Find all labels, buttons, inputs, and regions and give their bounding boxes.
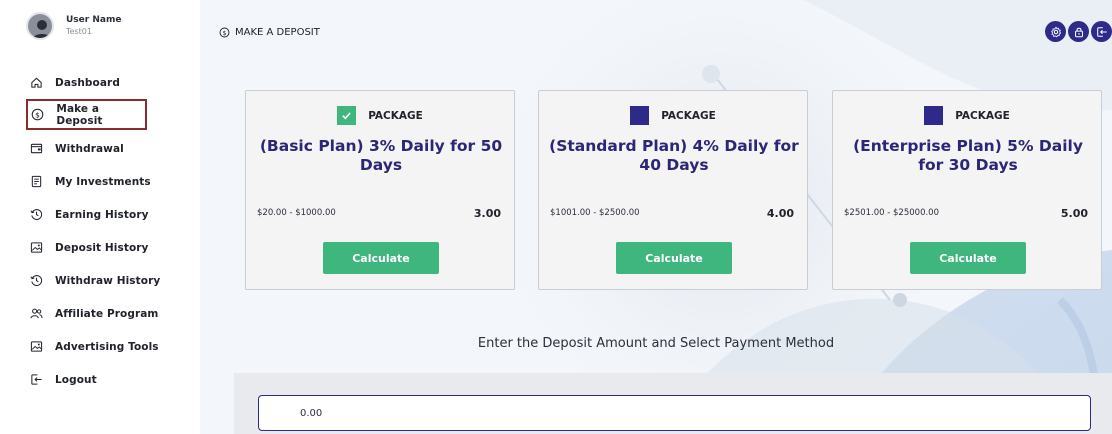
package-list: PACKAGE (Basic Plan) 3% Daily for 50 Day… bbox=[245, 90, 1107, 290]
logout-button[interactable] bbox=[1091, 21, 1112, 42]
deposit-form bbox=[234, 373, 1112, 434]
sidebar-item-label: Deposit History bbox=[55, 241, 149, 254]
user-silhouette-icon bbox=[32, 20, 52, 38]
package-checkbox[interactable] bbox=[924, 106, 944, 125]
dollar-circle-icon: $ bbox=[31, 108, 44, 122]
sidebar-item-affiliate-program[interactable]: Affiliate Program bbox=[26, 297, 200, 330]
plan-range: $1001.00 - $2500.00 bbox=[550, 208, 640, 218]
calculate-button[interactable]: Calculate bbox=[910, 242, 1026, 274]
app-window: User Name Test01 Dashboard $ Make a Depo… bbox=[0, 0, 1112, 434]
calculate-button[interactable]: Calculate bbox=[323, 242, 439, 274]
svg-text:$: $ bbox=[223, 30, 227, 37]
sidebar-item-make-a-deposit[interactable]: $ Make a Deposit bbox=[26, 99, 147, 130]
plan-range: $20.00 - $1000.00 bbox=[257, 208, 336, 218]
sidebar-item-deposit-history[interactable]: Deposit History bbox=[26, 231, 200, 264]
svg-text:$: $ bbox=[35, 110, 40, 119]
sidebar: User Name Test01 Dashboard $ Make a Depo… bbox=[0, 0, 200, 434]
settings-button[interactable] bbox=[1045, 21, 1066, 42]
calculate-button[interactable]: Calculate bbox=[616, 242, 732, 274]
document-icon bbox=[29, 175, 43, 189]
header-actions bbox=[1045, 21, 1112, 42]
package-card-basic[interactable]: PACKAGE (Basic Plan) 3% Daily for 50 Day… bbox=[245, 90, 515, 290]
page-title-text: MAKE A DEPOSIT bbox=[235, 27, 320, 38]
lock-icon bbox=[1074, 27, 1083, 37]
sidebar-item-label: My Investments bbox=[55, 175, 151, 188]
settings-icon bbox=[1050, 26, 1061, 37]
page-title: $ MAKE A DEPOSIT bbox=[219, 27, 320, 38]
sidebar-item-label: Dashboard bbox=[55, 76, 120, 89]
plan-rate: 3.00 bbox=[473, 207, 501, 220]
users-icon bbox=[29, 307, 43, 321]
sidebar-item-label: Logout bbox=[55, 373, 97, 386]
image-icon bbox=[29, 241, 43, 255]
avatar[interactable] bbox=[26, 12, 54, 40]
user-name: User Name bbox=[66, 14, 122, 25]
package-checkbox[interactable] bbox=[630, 106, 650, 125]
plan-title: (Standard Plan) 4% Daily for 40 Days bbox=[549, 137, 799, 175]
user-id: Test01 bbox=[66, 26, 92, 36]
user-profile[interactable]: User Name Test01 bbox=[26, 12, 121, 40]
sidebar-item-earning-history[interactable]: Earning History bbox=[26, 198, 200, 231]
history-icon bbox=[29, 274, 43, 288]
check-icon bbox=[342, 112, 351, 120]
image-icon bbox=[29, 340, 43, 354]
plan-rate: 4.00 bbox=[766, 207, 794, 220]
wallet-icon bbox=[29, 142, 43, 156]
logout-icon bbox=[29, 373, 43, 387]
home-icon bbox=[29, 76, 43, 90]
sidebar-item-label: Make a Deposit bbox=[56, 102, 103, 127]
lock-button[interactable] bbox=[1068, 21, 1089, 42]
dollar-circle-icon: $ bbox=[219, 27, 230, 38]
sidebar-item-label: Affiliate Program bbox=[55, 307, 159, 320]
sidebar-item-logout[interactable]: Logout bbox=[26, 363, 200, 396]
sidebar-item-withdraw-history[interactable]: Withdraw History bbox=[26, 264, 200, 297]
package-label: PACKAGE bbox=[661, 109, 716, 122]
deposit-heading: Enter the Deposit Amount and Select Paym… bbox=[477, 336, 835, 351]
package-checkbox[interactable] bbox=[337, 106, 357, 125]
sidebar-item-advertising-tools[interactable]: Advertising Tools bbox=[26, 330, 200, 363]
history-icon bbox=[29, 208, 43, 222]
sidebar-item-label: Withdrawal bbox=[55, 142, 124, 155]
sidebar-item-label: Advertising Tools bbox=[55, 340, 159, 353]
package-label: PACKAGE bbox=[368, 109, 423, 122]
package-card-standard[interactable]: PACKAGE (Standard Plan) 4% Daily for 40 … bbox=[538, 90, 808, 290]
logout-icon bbox=[1096, 26, 1107, 37]
package-card-enterprise[interactable]: PACKAGE (Enterprise Plan) 5% Daily for 3… bbox=[832, 90, 1102, 290]
sidebar-item-my-investments[interactable]: My Investments bbox=[26, 165, 200, 198]
plan-range: $2501.00 - $25000.00 bbox=[844, 208, 939, 218]
package-label: PACKAGE bbox=[955, 109, 1010, 122]
deposit-amount-input[interactable] bbox=[258, 395, 1091, 431]
plan-rate: 5.00 bbox=[1060, 207, 1088, 220]
sidebar-nav: Dashboard $ Make a Deposit Withdrawal My… bbox=[26, 66, 200, 396]
plan-title: (Enterprise Plan) 5% Daily for 30 Days bbox=[853, 137, 1083, 175]
sidebar-item-label: Withdraw History bbox=[55, 274, 161, 287]
plan-title: (Basic Plan) 3% Daily for 50 Days bbox=[259, 137, 503, 175]
main-content: $ MAKE A DEPOSIT PACKAGE (Basic Plan) 3%… bbox=[200, 0, 1112, 434]
sidebar-item-dashboard[interactable]: Dashboard bbox=[26, 66, 200, 99]
sidebar-item-withdrawal[interactable]: Withdrawal bbox=[26, 132, 200, 165]
sidebar-item-label: Earning History bbox=[55, 208, 149, 221]
